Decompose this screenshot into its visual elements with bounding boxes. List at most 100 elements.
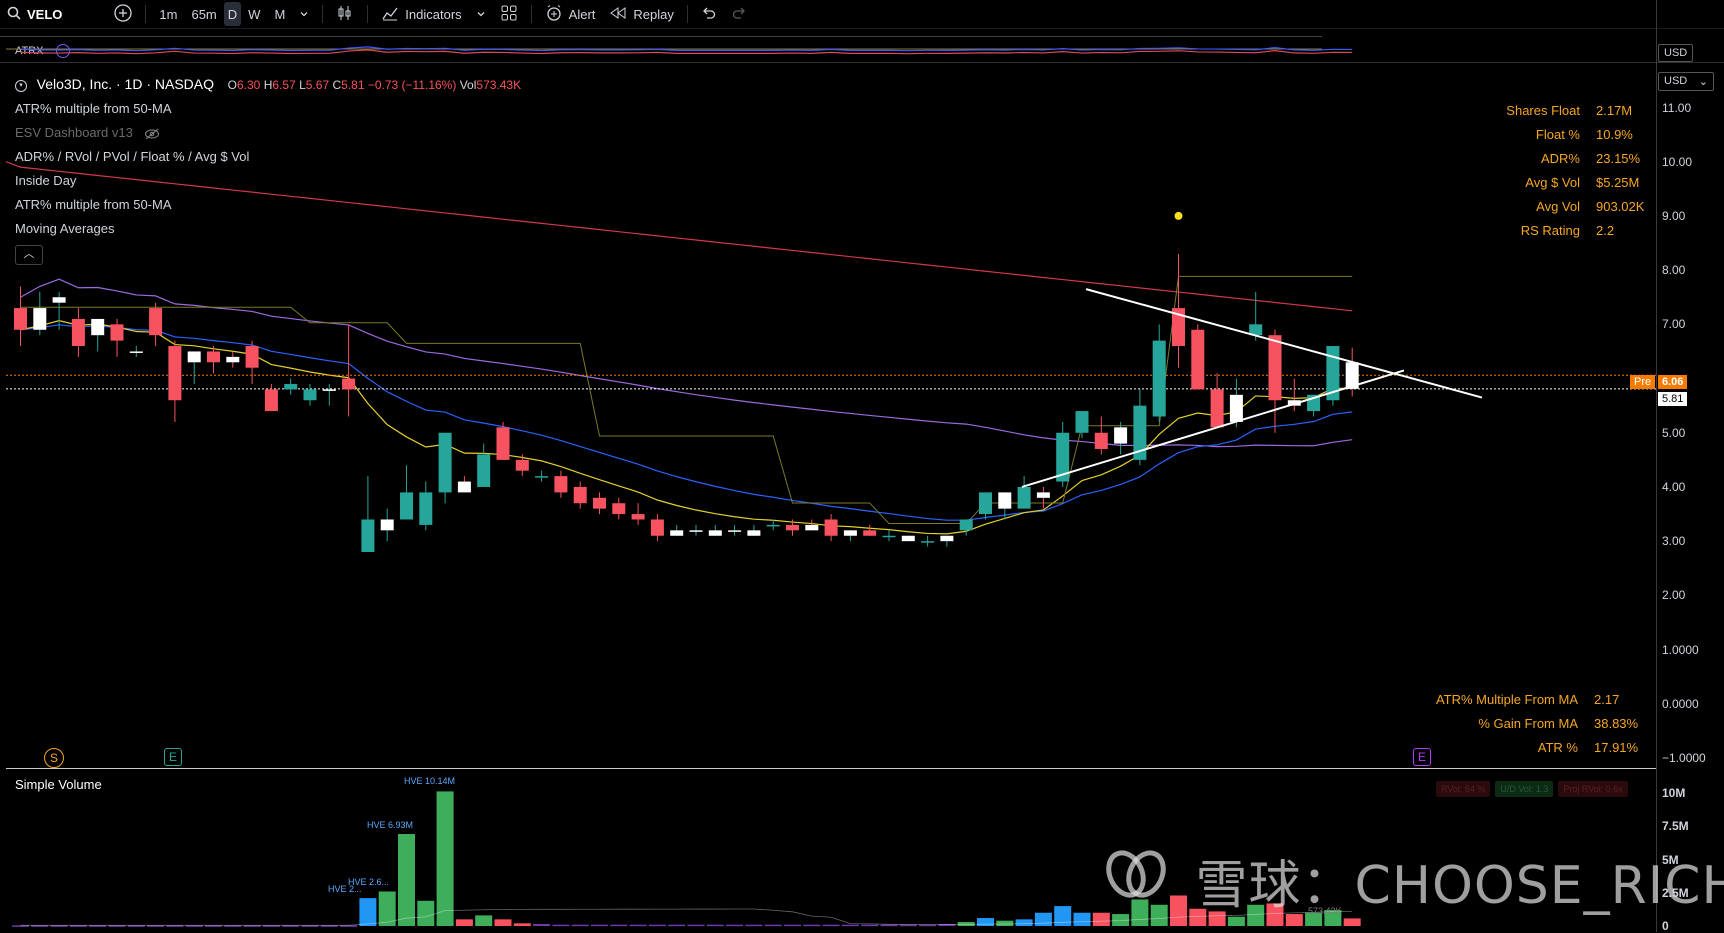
candle-body — [554, 476, 568, 493]
stats-value: 2.2 — [1596, 222, 1615, 238]
volume-bar — [687, 924, 705, 927]
volume-bar — [1073, 912, 1091, 926]
upcoming-earnings-icon[interactable]: E — [1413, 748, 1431, 766]
candle-body — [863, 530, 877, 536]
low-value: 5.67 — [305, 78, 330, 92]
symbol-title[interactable]: Velo3D, Inc. · 1D · NASDAQ — [37, 76, 214, 92]
ohlc-values: O6.30 H6.57 L5.67 C5.81 −0.73 (−11.16%) … — [228, 78, 521, 92]
volume-bar — [822, 924, 840, 927]
currency-selector[interactable]: USD ⌄ — [1658, 72, 1714, 91]
trendline-upper — [1085, 288, 1483, 399]
price-tick-label: 10.00 — [1662, 154, 1693, 169]
legend-title-row: ▾ Velo3D, Inc. · 1D · NASDAQ O6.30 H6.57… — [15, 72, 521, 97]
atr-table: ATR% Multiple From MA 2.17 % Gain From MA 3… — [1418, 687, 1658, 759]
volume-bar — [552, 924, 570, 927]
stats-value: $5.25M — [1596, 174, 1640, 190]
indicator-legend-atr-ma-1[interactable]: ATR% multiple from 50-MA — [15, 97, 521, 121]
legend-collapse-button[interactable]: ︿ — [15, 245, 43, 265]
pre-market-price-tag: 6.06 — [1658, 375, 1688, 389]
candle-body — [515, 459, 529, 471]
indicator-legend-adr[interactable]: ADR% / RVol / PVol / Float % / Avg $ Vol — [15, 145, 521, 169]
stats-row: Float % 10.9% — [1480, 122, 1666, 146]
ema10-line — [20, 320, 1353, 535]
volume-bar — [996, 920, 1014, 926]
candle-body — [843, 530, 857, 536]
watermark-text: 雪球：CHOOSE_RICH — [1195, 856, 1724, 916]
candle-body — [650, 519, 664, 536]
channel-line — [20, 275, 1353, 525]
eye-hidden-icon[interactable] — [144, 125, 160, 140]
candle-body — [1268, 335, 1282, 401]
candle-body — [1114, 427, 1128, 444]
candle-body — [979, 492, 992, 515]
candle-body — [226, 356, 240, 363]
candle-body — [477, 454, 491, 487]
atr-value: 2.17 — [1594, 691, 1620, 707]
candle-body — [1036, 492, 1050, 498]
indicator-legend-atr-ma-2[interactable]: ATR% multiple from 50-MA — [15, 193, 521, 217]
volume-value: 573.43K — [476, 78, 522, 92]
candle-body — [901, 535, 915, 542]
price-tick-label: 1.0000 — [1662, 642, 1699, 657]
last-price-tag: 5.81 — [1658, 392, 1688, 406]
volume-pane-title[interactable]: Simple Volume — [15, 777, 102, 792]
volume-bar — [629, 924, 647, 927]
esv-label: ESV Dashboard v13 — [15, 125, 133, 140]
earnings-event-icon[interactable]: E — [164, 748, 182, 766]
volume-tick-label: 10M — [1662, 786, 1686, 801]
stats-row: Avg $ Vol $5.25M — [1480, 170, 1666, 194]
volume-bar — [1343, 918, 1361, 926]
candle-body — [400, 492, 413, 520]
stats-value: 10.9% — [1596, 126, 1633, 142]
stats-value: 23.15% — [1596, 150, 1641, 166]
stats-row: RS Rating 2.2 — [1480, 218, 1666, 242]
volume-key: Vol — [459, 78, 477, 92]
stats-row: ADR% 23.15% — [1480, 146, 1666, 170]
candle-body — [728, 530, 742, 532]
volume-bar — [957, 922, 975, 926]
open-key: O — [227, 78, 237, 92]
signal-dot — [1174, 211, 1183, 220]
hve-label: HVE 6.93M — [367, 820, 414, 830]
pre-market-tag: Pre — [1630, 375, 1656, 389]
candle-body — [303, 389, 317, 401]
volume-bar — [784, 924, 801, 927]
high-value: 6.57 — [272, 78, 296, 92]
candle-body — [747, 530, 761, 536]
volume-bar — [417, 900, 435, 926]
candle-body — [1229, 394, 1243, 422]
volume-bar — [513, 923, 531, 926]
indicator-legend-esv[interactable]: ESV Dashboard v13 — [15, 121, 521, 145]
candle-body — [149, 308, 163, 336]
xueqiu-logo-icon — [1104, 846, 1168, 915]
stats-value: 903.02K — [1596, 198, 1645, 214]
candle-body — [1210, 389, 1224, 428]
atr-row: % Gain From MA 38.83% — [1418, 711, 1658, 735]
candle-body — [1094, 432, 1108, 450]
stats-label: ADR% — [1540, 150, 1580, 166]
price-tick-label: 3.00 — [1662, 534, 1686, 549]
price-tick-label: −1.0000 — [1662, 751, 1706, 765]
volume-bar — [610, 924, 628, 927]
candle-body — [805, 524, 819, 531]
volume-bar — [648, 924, 666, 927]
split-event-icon[interactable]: S — [44, 748, 64, 768]
candle-body — [1017, 486, 1031, 509]
stats-table: Shares Float 2.17M Float % 10.9% ADR% 23.15% A… — [1480, 98, 1666, 242]
volume-bar — [455, 919, 473, 926]
collapse-triangle-icon[interactable]: ▾ — [15, 79, 27, 92]
price-tick-label: 8.00 — [1662, 263, 1686, 278]
price-tick-label: 2.00 — [1662, 588, 1686, 603]
volume-bar — [764, 924, 782, 927]
candle-body — [380, 519, 394, 531]
volume-bar — [841, 924, 859, 927]
candle-body — [689, 530, 703, 532]
candle-body — [168, 346, 182, 401]
candle-body — [284, 383, 298, 390]
candle-body — [535, 476, 549, 478]
open-value: 6.30 — [237, 78, 261, 92]
candle-body — [593, 497, 606, 509]
indicator-legend-moving-averages[interactable]: Moving Averages — [15, 217, 521, 241]
indicator-legend-inside-day[interactable]: Inside Day — [15, 169, 521, 193]
atr-row: ATR% Multiple From MA 2.17 — [1418, 687, 1658, 711]
